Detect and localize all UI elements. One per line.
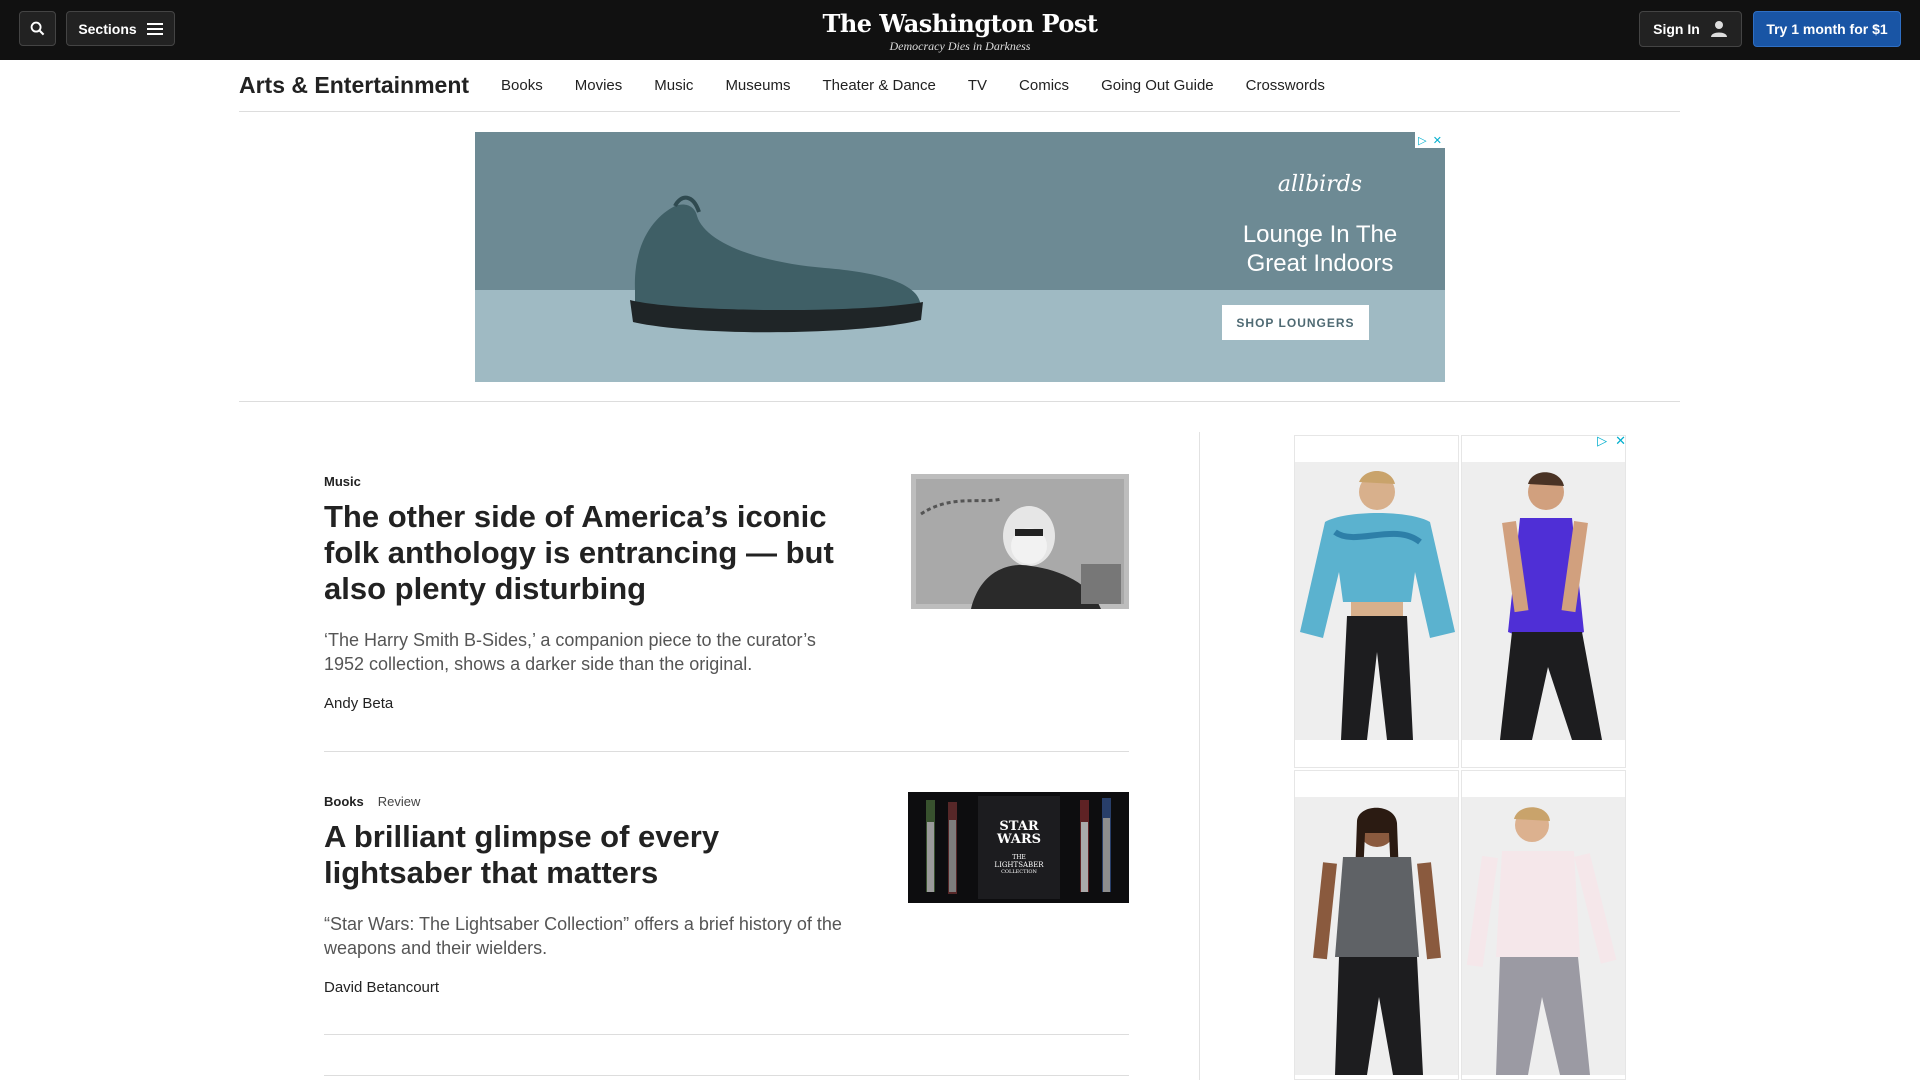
site-tagline: Democracy Dies in Darkness (889, 39, 1031, 53)
site-logo[interactable]: The Washington Post (810, 9, 1110, 38)
book-cover-title: STAR WARS THE LIGHTSABER COLLECTION (978, 820, 1060, 875)
close-icon[interactable]: ✕ (1433, 134, 1442, 147)
sign-in-label: Sign In (1653, 21, 1700, 37)
nav-link-tv[interactable]: TV (968, 77, 987, 94)
nav-link-going-out-guide[interactable]: Going Out Guide (1101, 77, 1214, 94)
sidebar-ad[interactable]: ▷ ✕ (1294, 433, 1626, 1080)
ad-headline-line-2: Great Indoors (1246, 250, 1394, 277)
product-photo (1295, 462, 1458, 740)
product-photo (1462, 797, 1625, 1075)
ad-headline-line-1: Lounge In The (1242, 221, 1398, 248)
top-bar: Sections The Washington Post Democracy D… (0, 0, 1920, 60)
kicker-section[interactable]: Books (324, 794, 364, 809)
nav-link-music[interactable]: Music (654, 77, 693, 94)
section-nav: Arts & Entertainment Books Movies Music … (239, 60, 1680, 112)
sections-button[interactable]: Sections (66, 11, 175, 46)
product-tile[interactable] (1294, 770, 1459, 1080)
ad-brand-logo: allbirds (1277, 172, 1363, 197)
story-thumbnail[interactable] (911, 474, 1129, 609)
product-tile[interactable] (1461, 770, 1626, 1080)
photo-image (911, 474, 1129, 609)
story-headline[interactable]: A brilliant glimpse of every lightsaber … (324, 819, 864, 891)
ad-cta-button[interactable]: SHOP LOUNGERS (1222, 305, 1369, 340)
masthead[interactable]: The Washington Post Democracy Dies in Da… (810, 9, 1110, 54)
shoe-image (630, 195, 923, 333)
story-card: Books Review A brilliant glimpse of ever… (324, 792, 1129, 1036)
story-headline[interactable]: The other side of America’s iconic folk … (324, 499, 864, 607)
story-card: Music The other side of America’s iconic… (324, 474, 1129, 752)
story-blurb: ‘The Harry Smith B-Sides,’ a companion p… (324, 630, 816, 674)
banner-ad[interactable]: ▷ ✕ allbirds Lounge In The Great Indoors… (475, 132, 1445, 382)
cover-line-3: THE (1012, 854, 1026, 861)
story-byline[interactable]: David Betancourt (324, 979, 1129, 996)
section-title[interactable]: Arts & Entertainment (239, 72, 469, 99)
product-tile[interactable] (1461, 435, 1626, 768)
story-blurb: “Star Wars: The Lightsaber Collection” o… (324, 914, 842, 958)
kicker-section[interactable]: Music (324, 474, 361, 489)
product-photo (1462, 462, 1625, 740)
nav-link-theater-dance[interactable]: Theater & Dance (822, 77, 935, 94)
ad-choices-chip[interactable]: ▷ ✕ (1415, 132, 1445, 148)
column-divider (1199, 432, 1200, 1080)
ad-choices-icon[interactable]: ▷ (1418, 134, 1426, 147)
search-icon (30, 21, 45, 36)
nav-link-movies[interactable]: Movies (575, 77, 623, 94)
next-ad-frame (324, 1075, 1129, 1080)
cover-line-2: WARS (996, 832, 1042, 847)
subscribe-trial-button[interactable]: Try 1 month for $1 (1753, 11, 1901, 47)
nav-link-comics[interactable]: Comics (1019, 77, 1069, 94)
product-tile[interactable] (1294, 435, 1459, 768)
sections-label: Sections (78, 20, 137, 37)
nav-link-crosswords[interactable]: Crosswords (1246, 77, 1325, 94)
cover-line-4: LIGHTSABER (994, 861, 1044, 869)
cover-line-5: COLLECTION (1001, 869, 1037, 875)
story-divider (324, 1034, 1129, 1035)
story-divider (324, 751, 1129, 752)
story-thumbnail[interactable]: STAR WARS THE LIGHTSABER COLLECTION (908, 792, 1129, 903)
hamburger-menu-icon (146, 22, 163, 35)
sign-in-button[interactable]: Sign In (1639, 11, 1742, 47)
user-icon (1710, 21, 1727, 37)
nav-link-books[interactable]: Books (501, 77, 543, 94)
search-button[interactable] (19, 11, 56, 46)
story-byline[interactable]: Andy Beta (324, 695, 1129, 712)
ad-headline: Lounge In The Great Indoors (1195, 220, 1445, 278)
nav-link-museums[interactable]: Museums (725, 77, 790, 94)
divider (239, 401, 1680, 402)
product-photo (1295, 797, 1458, 1075)
kicker-label: Review (377, 794, 421, 809)
